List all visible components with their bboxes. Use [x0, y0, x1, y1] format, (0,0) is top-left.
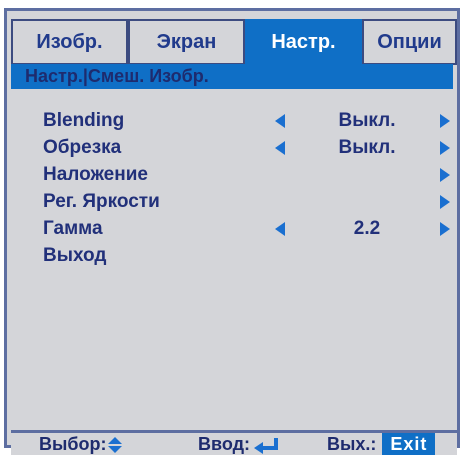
exit-hint-label: Вых.:: [327, 434, 377, 454]
enter-hint: Ввод:: [198, 433, 282, 455]
tab-options[interactable]: Опции: [362, 19, 457, 65]
footer-hints: Выбор: Ввод: Вых.: Exit: [11, 430, 457, 455]
menu-item-label: Гамма: [43, 218, 103, 239]
menu-item-label: Обрезка: [43, 137, 122, 158]
tab-image[interactable]: Изобр.: [11, 19, 128, 65]
right-arrow-icon[interactable]: [440, 168, 450, 182]
menu-item-value: Выкл.: [338, 137, 396, 158]
osd-frame: Изобр. Экран Настр. Опции Настр.|Смеш. И…: [0, 0, 470, 455]
select-hint: Выбор:: [39, 433, 123, 455]
menu-item-gamma[interactable]: Гамма 2.2: [7, 215, 457, 243]
menu-item-brightness-adjust[interactable]: Рег. Яркости: [7, 188, 457, 216]
right-arrow-icon[interactable]: [440, 222, 450, 236]
breadcrumb: Настр.|Смеш. Изобр.: [11, 64, 453, 89]
left-arrow-icon[interactable]: [275, 114, 285, 128]
menu-item-value: 2.2: [353, 218, 381, 239]
left-arrow-icon[interactable]: [275, 141, 285, 155]
menu-item-blending[interactable]: Blending Выкл.: [7, 107, 457, 135]
menu-item-overlap[interactable]: Наложение: [7, 161, 457, 189]
tab-screen[interactable]: Экран: [128, 19, 245, 65]
select-hint-label: Выбор:: [39, 434, 107, 454]
exit-hint: Вых.: Exit: [327, 433, 436, 455]
menu-item-value: Выкл.: [338, 110, 396, 131]
osd-menu-panel: Изобр. Экран Настр. Опции Настр.|Смеш. И…: [4, 8, 460, 455]
left-arrow-icon[interactable]: [275, 222, 285, 236]
right-arrow-icon[interactable]: [440, 141, 450, 155]
enter-icon: [254, 437, 282, 455]
up-down-arrows-icon: [108, 436, 123, 454]
enter-hint-label: Ввод:: [198, 434, 251, 454]
right-arrow-icon[interactable]: [440, 114, 450, 128]
tab-bar: Изобр. Экран Настр. Опции: [7, 19, 457, 65]
menu-item-crop[interactable]: Обрезка Выкл.: [7, 134, 457, 162]
right-arrow-icon[interactable]: [440, 195, 450, 209]
menu-item-label: Blending: [43, 110, 125, 131]
menu-item-label: Выход: [43, 245, 107, 266]
menu-item-label: Рег. Яркости: [43, 191, 160, 212]
menu-item-exit[interactable]: Выход: [7, 242, 457, 270]
menu-item-label: Наложение: [43, 164, 148, 185]
exit-key-badge[interactable]: Exit: [382, 433, 436, 455]
tab-settings[interactable]: Настр.: [245, 19, 362, 65]
